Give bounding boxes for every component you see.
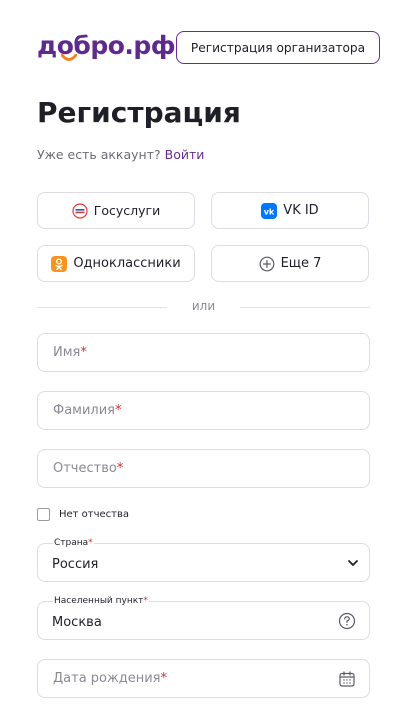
first-name-field[interactable]: Имя* xyxy=(37,333,370,372)
vkid-button[interactable]: vk VK ID xyxy=(211,192,369,229)
help-icon[interactable] xyxy=(338,612,356,630)
have-account-text: Уже есть аккаунт? xyxy=(37,147,161,162)
city-label: Населенный пункт* xyxy=(53,595,149,607)
calendar-icon[interactable] xyxy=(338,670,356,688)
city-field[interactable]: Населенный пункт* Москва xyxy=(37,595,370,640)
patronymic-field[interactable]: Отчество* xyxy=(37,449,370,488)
vkid-label: VK ID xyxy=(283,203,319,218)
last-name-field[interactable]: Фамилия* xyxy=(37,391,370,430)
country-select[interactable]: Страна* Россия xyxy=(37,537,370,582)
chevron-down-icon xyxy=(348,560,358,566)
have-account-row: Уже есть аккаунт? Войти xyxy=(37,146,204,164)
logo-text: добро.рф xyxy=(37,31,176,60)
first-name-placeholder: Имя* xyxy=(53,345,87,360)
logo[interactable]: добро.рф xyxy=(37,30,176,62)
logo-smile-icon xyxy=(61,54,77,61)
organizer-registration-button[interactable]: Регистрация организатора xyxy=(176,31,380,64)
svg-text:vk: vk xyxy=(264,207,275,216)
more-providers-button[interactable]: Еще 7 xyxy=(211,245,369,282)
page-title: Регистрация xyxy=(37,96,241,129)
more-providers-label: Еще 7 xyxy=(280,256,322,271)
no-patronymic-row[interactable]: Нет отчества xyxy=(37,507,129,521)
no-patronymic-label: Нет отчества xyxy=(59,508,130,520)
divider-line-right xyxy=(240,307,370,308)
odnoklassniki-label: Одноклассники xyxy=(73,256,181,271)
or-divider: или xyxy=(37,298,370,318)
birth-date-placeholder: Дата рождения* xyxy=(53,671,167,686)
gosuslugi-icon xyxy=(72,202,88,219)
birth-date-field[interactable]: Дата рождения* xyxy=(37,659,370,698)
city-value: Москва xyxy=(52,615,102,630)
ok-icon xyxy=(51,255,68,272)
gosuslugi-button[interactable]: Госуслуги xyxy=(37,192,195,229)
country-value: Россия xyxy=(52,557,99,572)
header: добро.рф Регистрация организатора xyxy=(0,0,402,92)
patronymic-placeholder: Отчество* xyxy=(53,461,124,476)
gosuslugi-label: Госуслуги xyxy=(93,203,161,218)
no-patronymic-checkbox[interactable] xyxy=(37,507,50,521)
login-link[interactable]: Войти xyxy=(165,147,205,162)
last-name-placeholder: Фамилия* xyxy=(53,403,122,418)
divider-text: или xyxy=(191,299,216,313)
country-label: Страна* xyxy=(53,537,94,549)
plus-circle-icon xyxy=(259,256,275,272)
odnoklassniki-button[interactable]: Одноклассники xyxy=(37,245,195,282)
vk-icon: vk xyxy=(261,202,278,219)
